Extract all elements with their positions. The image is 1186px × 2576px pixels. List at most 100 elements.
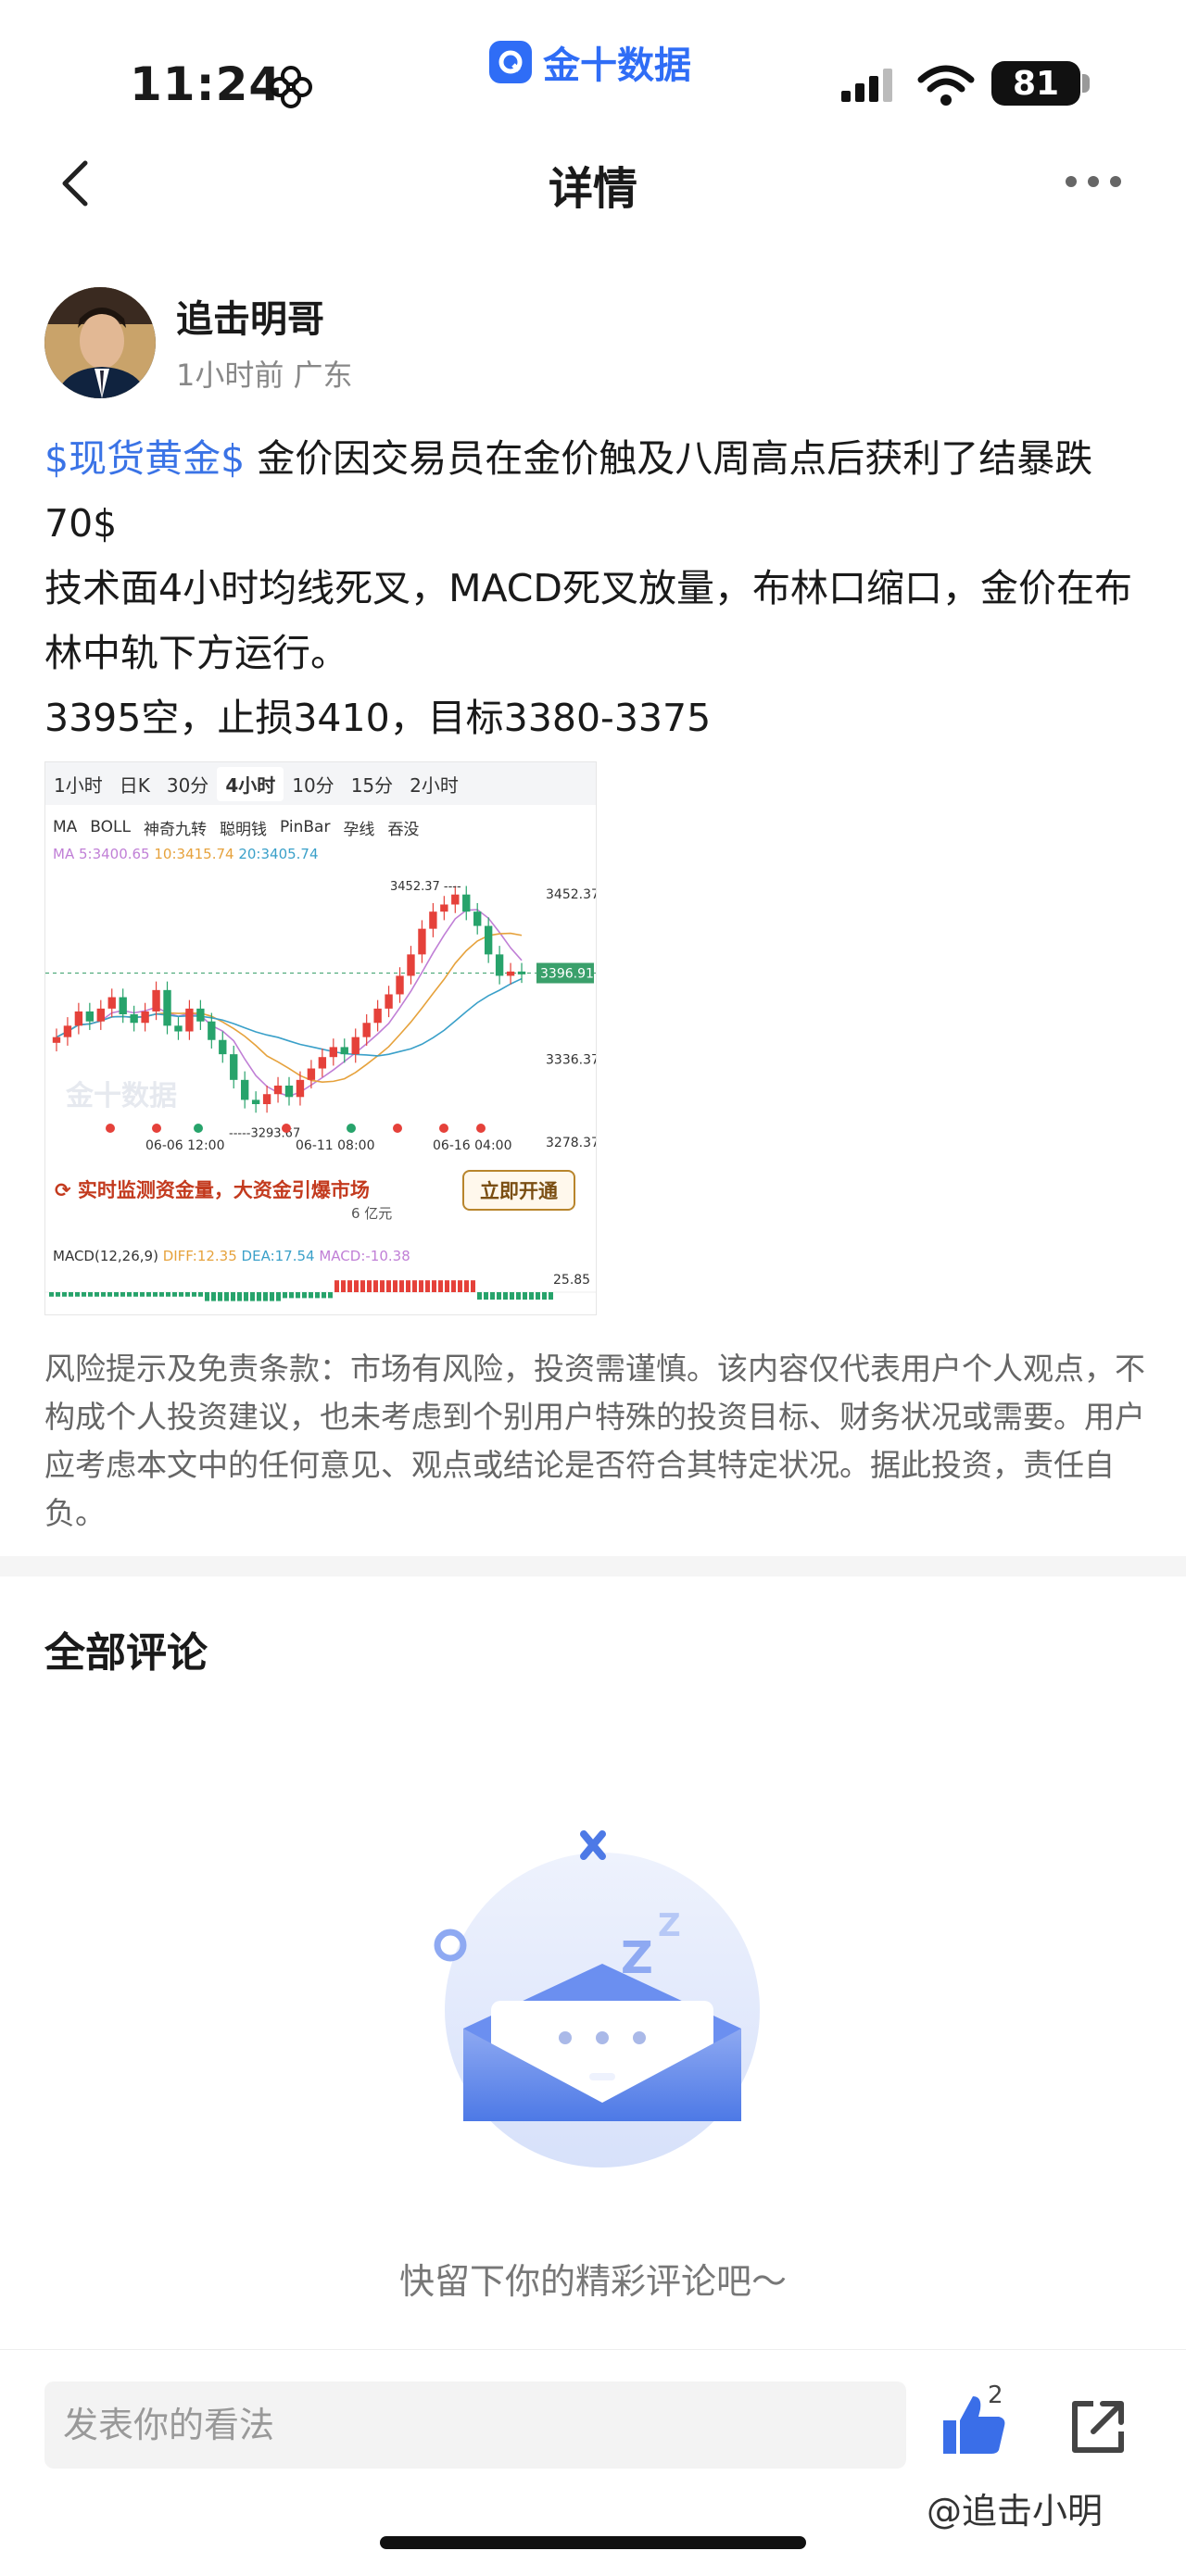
macd-bar <box>380 1280 385 1292</box>
macd-bar <box>386 1280 391 1292</box>
macd-bar <box>477 1292 482 1300</box>
macd-bar <box>367 1280 372 1292</box>
macd-bar <box>432 1280 436 1292</box>
macd-bar <box>270 1292 274 1301</box>
x-tick-label: 06-16 04:00 <box>433 1138 511 1153</box>
share-icon[interactable] <box>1066 2394 1130 2459</box>
macd-bar <box>309 1292 313 1299</box>
macd-bar <box>218 1292 222 1301</box>
candle-body <box>495 954 504 976</box>
macd-bar <box>56 1292 60 1297</box>
macd-bar <box>536 1292 540 1300</box>
app-indicator[interactable]: 金十数据 <box>489 37 691 87</box>
candle-body <box>351 1037 360 1055</box>
macd-bar <box>120 1292 125 1297</box>
candle-body <box>74 1011 83 1026</box>
candle-body <box>96 1008 105 1022</box>
app-logo-icon <box>489 41 532 83</box>
macd-bar <box>302 1292 307 1299</box>
empty-comments-text: 快留下你的精彩评论吧～ <box>398 2261 787 2302</box>
svg-text:Z: Z <box>658 1907 681 1944</box>
candle-body <box>484 925 493 955</box>
candle-body <box>429 911 437 929</box>
battery-indicator: 81 <box>991 61 1080 106</box>
macd-bar <box>95 1292 99 1297</box>
avatar[interactable] <box>44 287 156 398</box>
macd-bar <box>549 1292 553 1300</box>
status-time: 11:24 <box>130 57 283 111</box>
ma20-line <box>56 977 523 1057</box>
candle-body <box>251 1100 260 1105</box>
nav-bar: 详情 <box>0 139 1186 232</box>
macd-bar <box>211 1292 216 1301</box>
candle-body <box>418 928 426 955</box>
macd-bar <box>497 1292 501 1300</box>
x-tick-label: 06-11 08:00 <box>296 1138 374 1153</box>
high-label: 3452.37 ---- <box>390 880 461 894</box>
macd-bar <box>114 1292 119 1297</box>
more-options-icon[interactable] <box>1066 176 1121 187</box>
detail-page: 11:24 金十数据 81 详情 追击明哥 1小时前 广东 $现货黄金$ 金价因… <box>0 0 1186 2576</box>
post-line-1: $现货黄金$ 金价因交易员在金价触及八周高点后获利了结暴跌70$ <box>44 426 1147 556</box>
signal-dot <box>476 1124 486 1133</box>
signal-dot <box>393 1124 402 1133</box>
macd-bar <box>153 1292 158 1297</box>
macd-bar <box>127 1292 132 1297</box>
macd-bar <box>464 1280 469 1292</box>
macd-bar <box>341 1280 346 1292</box>
macd-bar <box>347 1280 352 1292</box>
candle-body <box>219 1039 227 1055</box>
home-indicator <box>380 2536 806 2549</box>
user-watermark: @追击小明 <box>927 2491 1104 2532</box>
macd-bar <box>503 1292 508 1300</box>
candle-body <box>174 1025 183 1032</box>
macd-bar <box>88 1292 93 1297</box>
kline-chart-image[interactable]: 1小时 日K 30分 4小时 10分 15分 2小时 MA BOLL 神奇九转 聪明钱 PinBar… <box>44 761 597 1315</box>
signal-dot <box>152 1124 161 1133</box>
candle-body <box>362 1023 371 1037</box>
macd-bar <box>101 1292 106 1297</box>
candle-body <box>130 1014 138 1024</box>
y-tick-label: 3278.37 <box>546 1136 597 1150</box>
macd-bar <box>393 1280 397 1292</box>
candle-body <box>273 1085 283 1095</box>
candle-body <box>262 1094 271 1105</box>
x-tick-label: 06-06 12:00 <box>145 1138 224 1153</box>
comment-input[interactable] <box>44 2381 906 2469</box>
macd-bar <box>62 1292 67 1297</box>
candle-body <box>462 894 471 912</box>
candle-body <box>63 1025 72 1037</box>
chart-watermark: 金十数据 <box>65 1080 177 1112</box>
y-tick-label: 3336.37 <box>546 1053 597 1068</box>
macd-bar <box>510 1292 514 1300</box>
macd-bar <box>445 1280 449 1292</box>
macd-bar <box>451 1280 456 1292</box>
current-price-label: 3396.91 <box>540 967 594 982</box>
promo-text: ⟳ 实时监测资金量，大资金引爆市场 <box>55 1179 370 1201</box>
section-divider <box>0 1556 1186 1577</box>
candle-body <box>241 1079 249 1100</box>
macd-bar <box>185 1292 190 1297</box>
macd-bar <box>425 1280 430 1292</box>
promo-open-button[interactable]: 立即开通 <box>462 1170 575 1211</box>
macd-bar <box>289 1292 294 1299</box>
macd-bar <box>237 1292 242 1301</box>
topic-tag[interactable]: $现货黄金$ <box>44 436 245 481</box>
empty-mailbox-icon: Z Z <box>434 1830 760 2168</box>
macd-bar <box>419 1280 423 1292</box>
candle-body <box>196 1008 205 1022</box>
battery-cap <box>1082 74 1090 93</box>
candle-body <box>119 997 127 1015</box>
macd-bar <box>82 1292 86 1297</box>
macd-bar <box>250 1292 255 1301</box>
candle-body <box>141 1011 149 1024</box>
author-name[interactable]: 追击明哥 <box>176 289 324 343</box>
macd-bar <box>399 1280 404 1292</box>
page-title: 详情 <box>548 163 637 215</box>
macd-bar <box>484 1292 488 1300</box>
macd-bar <box>146 1292 151 1297</box>
candle-body <box>163 989 171 1026</box>
macd-bar <box>257 1292 261 1301</box>
candle-body <box>230 1054 238 1080</box>
macd-bar <box>283 1292 287 1299</box>
